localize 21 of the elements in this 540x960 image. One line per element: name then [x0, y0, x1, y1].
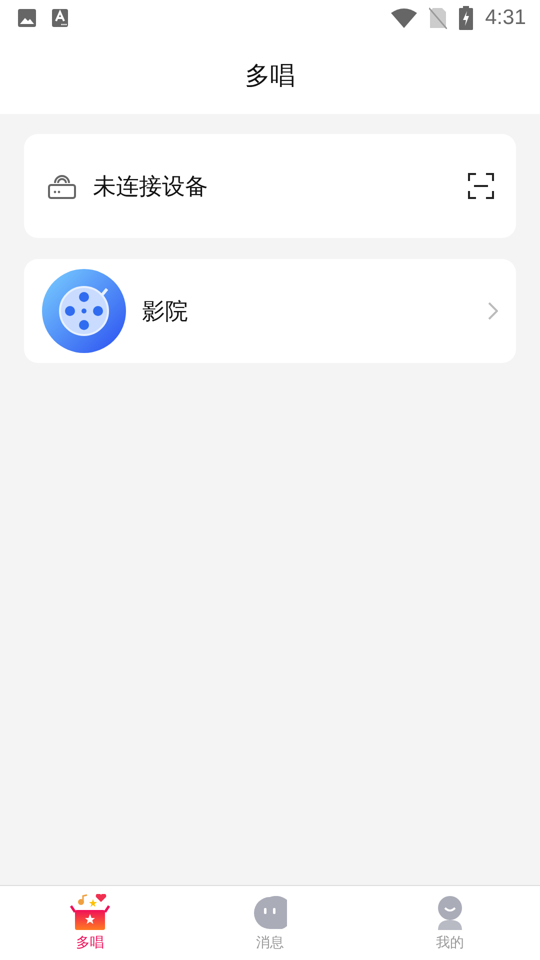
- nav-tab[interactable]: 多唱: [0, 886, 180, 960]
- film-reel-icon: [42, 269, 126, 353]
- wifi-icon: [391, 8, 418, 28]
- nav-tab[interactable]: 消息: [180, 886, 360, 960]
- gift-box-icon: [70, 894, 110, 930]
- no-sim-icon: [429, 7, 448, 29]
- nav-tab[interactable]: 我的: [360, 886, 540, 960]
- battery-charging-icon: [459, 6, 474, 30]
- chevron-right-icon: [488, 302, 498, 320]
- cinema-card[interactable]: 影院: [24, 259, 516, 363]
- router-icon: [47, 172, 77, 200]
- scan-icon[interactable]: [468, 173, 494, 199]
- chat-bubble-icon: [253, 896, 287, 930]
- status-time: 4:31: [485, 6, 526, 30]
- device-status: 未连接设备: [93, 172, 209, 202]
- font-icon: [51, 8, 69, 28]
- device-card[interactable]: 未连接设备: [24, 134, 516, 238]
- person-icon: [436, 896, 464, 930]
- image-icon: [17, 8, 37, 28]
- cinema-label: 影院: [142, 298, 189, 326]
- page-title: 多唱: [245, 60, 295, 92]
